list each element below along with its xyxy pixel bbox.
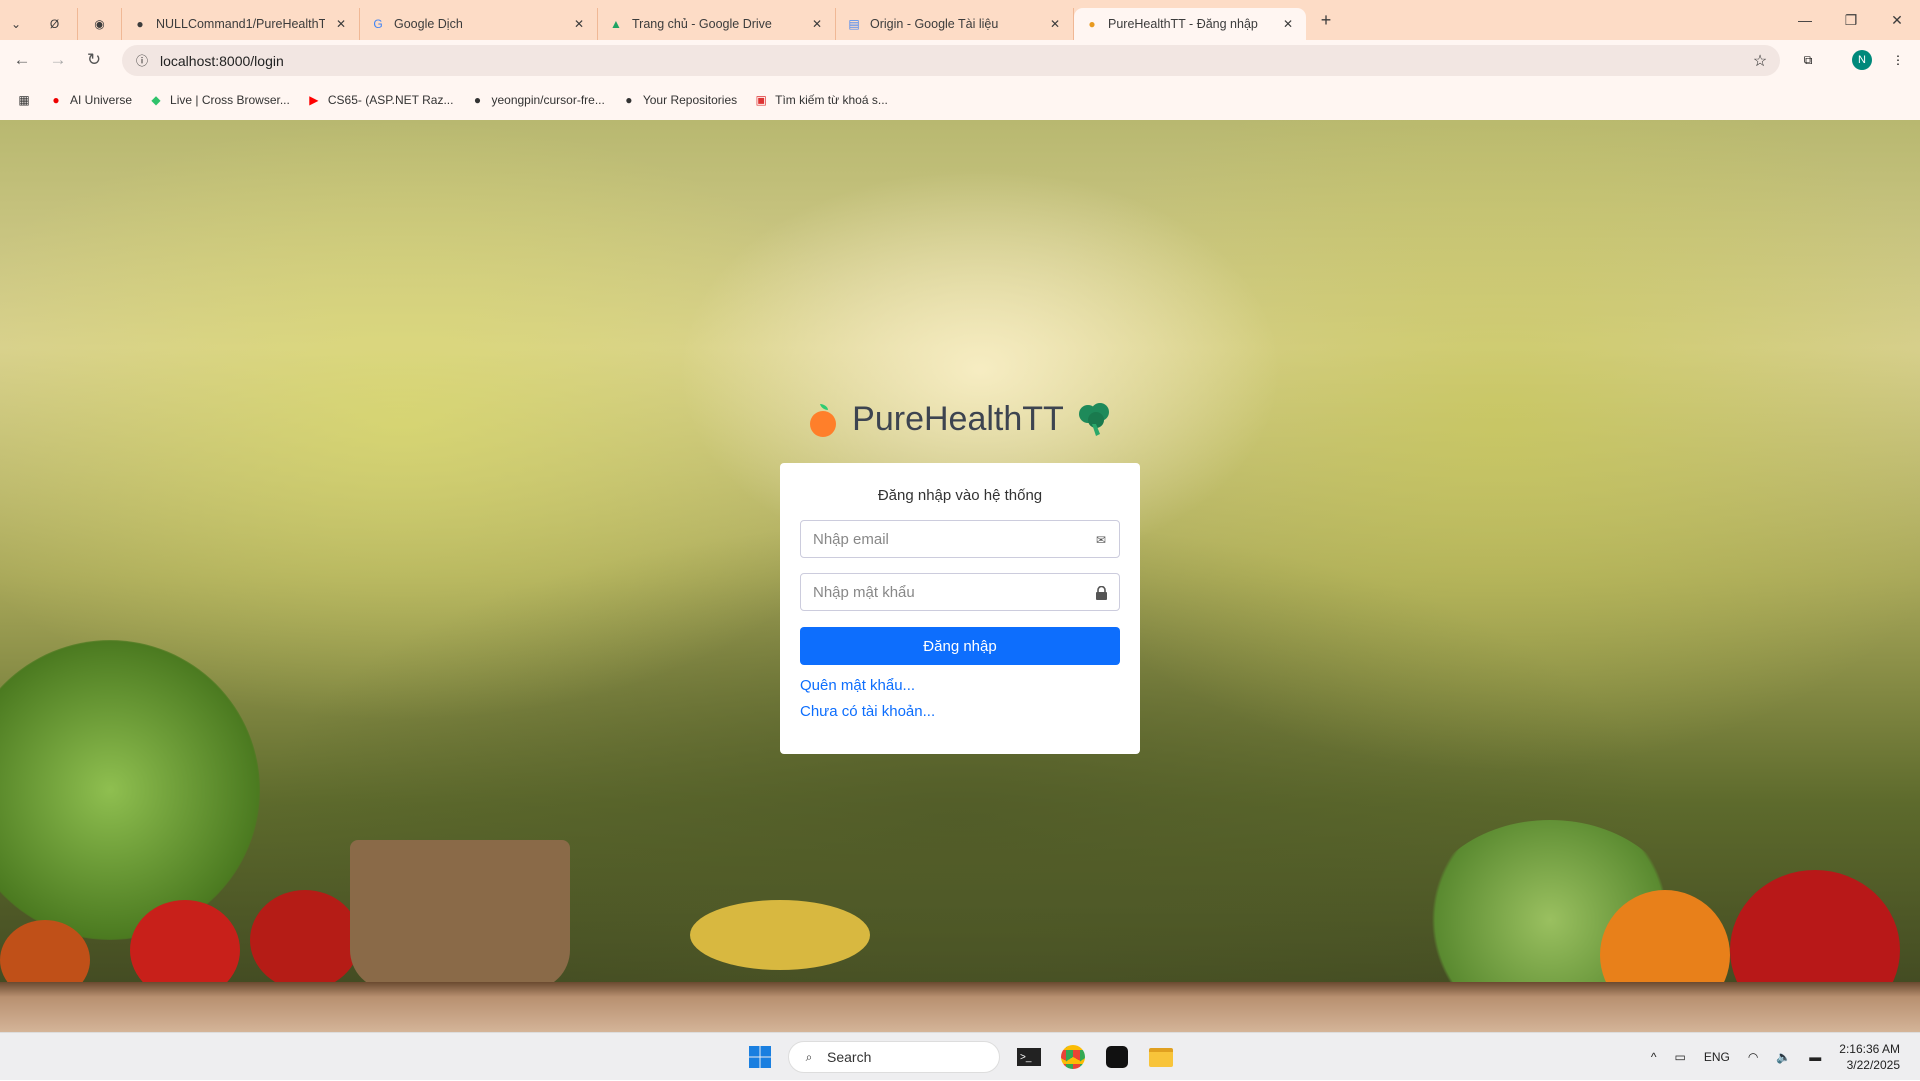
bookmark-item[interactable]: ● AI Universe — [48, 92, 132, 108]
lambdatest-icon: ◆ — [151, 93, 161, 107]
tab-strip: ⌄ Ø ◉ ● NULLCommand1/PureHealthTT ✕ G Googl… — [0, 0, 1920, 40]
youtube-icon: ▶ — [309, 93, 319, 107]
tab-google-drive[interactable]: ▲ Trang chủ - Google Drive ✕ — [598, 8, 836, 40]
close-window-icon[interactable]: ✕ — [1874, 0, 1920, 40]
close-icon[interactable]: ✕ — [571, 16, 587, 32]
close-icon[interactable]: ✕ — [1280, 16, 1296, 32]
google-docs-icon: ▤ — [848, 17, 860, 31]
bookmarks-bar: ▦ ● AI Universe ◆ Live | Cross Browser... … — [0, 80, 1920, 120]
language-indicator[interactable]: ENG — [1704, 1050, 1730, 1064]
register-link[interactable]: Chưa có tài khoản... — [800, 703, 1120, 720]
start-button[interactable] — [746, 1041, 774, 1073]
reload-icon[interactable]: ↻ — [76, 50, 112, 70]
email-field-wrapper: ✉ — [800, 520, 1120, 558]
chrome-app[interactable] — [1058, 1041, 1088, 1073]
url-text[interactable]: localhost:8000/login — [160, 53, 284, 69]
bookmark-item[interactable]: ◆ Live | Cross Browser... — [148, 92, 289, 108]
site-info-icon[interactable]: ⓘ — [134, 53, 150, 69]
touchpad-icon[interactable]: ▭ — [1674, 1050, 1685, 1064]
back-icon[interactable]: ← — [4, 50, 40, 70]
wifi-icon[interactable]: ◠ — [1748, 1050, 1758, 1064]
envelope-icon: ✉ — [1095, 533, 1107, 547]
red-circle-icon: ● — [52, 93, 60, 107]
taskbar: ⌕ Search >_ ^ ▭ ENG ◠ 🔈 ▬ 2:16:36 AM 3/2… — [0, 1032, 1920, 1080]
folder-icon — [1149, 1047, 1173, 1067]
minimize-icon[interactable]: — — [1782, 0, 1828, 40]
login-button[interactable]: Đăng nhập — [800, 627, 1120, 665]
bookmark-icon: ▣ — [755, 93, 767, 107]
battery-icon[interactable]: ▬ — [1809, 1050, 1821, 1064]
restore-icon[interactable]: ❐ — [1828, 0, 1874, 40]
avatar[interactable]: N — [1852, 50, 1872, 70]
login-page: PureHealthTT Đăng nhập vào hệ thống ✉ Đă… — [0, 120, 1920, 1032]
google-drive-icon: ▲ — [610, 17, 622, 31]
close-icon[interactable]: ✕ — [809, 16, 825, 32]
forward-icon[interactable]: → — [40, 50, 76, 70]
toolbar: ← → ↻ ⓘ localhost:8000/login ☆ ⧉ N ⋮ — [0, 40, 1920, 80]
bookmark-item[interactable]: ● yeongpin/cursor-fre... — [469, 92, 605, 108]
address-bar[interactable]: ⓘ localhost:8000/login ☆ — [122, 45, 1780, 76]
apps-grid-icon[interactable]: ▦ — [16, 92, 32, 108]
bookmark-item[interactable]: ▶ CS65- (ASP.NET Raz... — [306, 92, 453, 108]
clock[interactable]: 2:16:36 AM 3/22/2025 — [1839, 1041, 1900, 1073]
brand-logo: PureHealthTT — [0, 400, 1920, 439]
pinned-tab[interactable]: Ø — [32, 8, 78, 40]
file-explorer-app[interactable] — [1146, 1041, 1176, 1073]
openai-icon: ◉ — [94, 17, 105, 31]
broccoli-icon — [1078, 402, 1109, 436]
login-card: Đăng nhập vào hệ thống ✉ Đăng nhập Quên … — [780, 463, 1140, 754]
close-icon[interactable]: ✕ — [1047, 16, 1063, 32]
site-favicon-icon: ● — [1088, 17, 1096, 31]
terminal-icon: >_ — [1017, 1048, 1041, 1066]
capcut-app[interactable] — [1102, 1041, 1132, 1073]
bookmark-item[interactable]: ▣ Tìm kiếm từ khoá s... — [753, 92, 887, 108]
login-title: Đăng nhập vào hệ thống — [877, 487, 1043, 504]
taskbar-search[interactable]: ⌕ Search — [788, 1041, 1000, 1073]
menu-icon[interactable]: ⋮ — [1890, 52, 1906, 68]
chevron-up-icon[interactable]: ^ — [1651, 1050, 1657, 1064]
github-icon: ● — [473, 93, 482, 107]
password-field-wrapper — [800, 573, 1120, 611]
terminal-app[interactable]: >_ — [1014, 1041, 1044, 1073]
app-icon — [1106, 1046, 1128, 1068]
pinned-tab[interactable]: ◉ — [78, 8, 122, 40]
password-input[interactable] — [801, 574, 1119, 610]
pinned-app-icon: Ø — [49, 17, 60, 31]
chevron-down-icon: ⌄ — [10, 17, 22, 31]
google-translate-icon: G — [373, 17, 383, 31]
new-tab-icon[interactable]: + — [1318, 10, 1334, 30]
search-icon: ⌕ — [805, 1049, 813, 1064]
tab-search-button[interactable]: ⌄ — [0, 8, 32, 40]
tab-purehealth-login[interactable]: ● PureHealthTT - Đăng nhập ✕ — [1074, 8, 1306, 40]
volume-icon[interactable]: 🔈 — [1776, 1050, 1791, 1064]
bookmark-star-icon[interactable]: ☆ — [1752, 53, 1768, 70]
orange-icon — [810, 403, 837, 437]
chrome-icon — [1061, 1045, 1085, 1069]
lock-icon — [1093, 585, 1109, 601]
bookmark-item[interactable]: ● Your Repositories — [621, 92, 737, 108]
brand-name: PureHealthTT — [852, 400, 1064, 438]
email-input[interactable] — [801, 521, 1119, 557]
tab-github[interactable]: ● NULLCommand1/PureHealthTT ✕ — [122, 8, 360, 40]
system-tray: ^ ▭ ENG ◠ 🔈 ▬ 2:16:36 AM 3/22/2025 — [1651, 1033, 1900, 1081]
github-icon: ● — [625, 93, 633, 107]
extensions-icon[interactable]: ⧉ — [1800, 52, 1816, 68]
tab-google-translate[interactable]: G Google Dịch ✕ — [360, 8, 598, 40]
tab-google-docs[interactable]: ▤ Origin - Google Tài liệu ✕ — [836, 8, 1074, 40]
forgot-password-link[interactable]: Quên mật khẩu... — [800, 677, 1120, 694]
windows-icon — [749, 1046, 771, 1068]
table-surface — [0, 982, 1920, 1032]
close-icon[interactable]: ✕ — [333, 16, 349, 32]
github-icon: ● — [136, 17, 144, 31]
